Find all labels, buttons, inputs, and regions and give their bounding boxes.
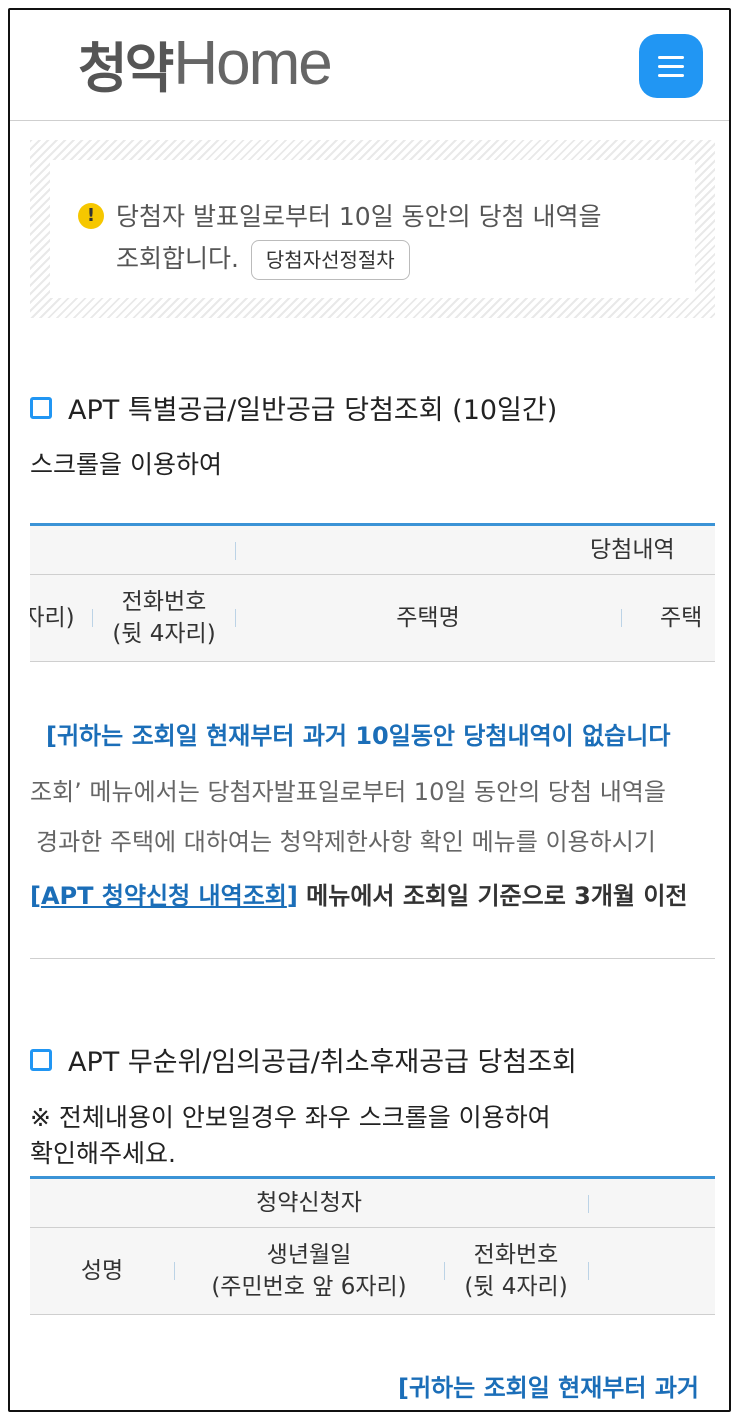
notice-text: 당첨자 발표일로부터 10일 동안의 당첨 내역을 조회합니다. 당첨자선정절차 <box>116 196 676 280</box>
header-phone-line2: (뒷 4자리) <box>112 621 216 647</box>
section1-table[interactable]: 당첨내역 자리) 전화번호 (뒷 4자리) 주택명 주택 <box>30 523 715 662</box>
logo-english-text: Home <box>173 28 332 98</box>
table-header-row: 자리) 전화번호 (뒷 4자리) 주택명 주택 <box>30 575 715 662</box>
info-line-2: 경과한 주택에 대하여는 청약제한사항 확인 메뉴를 이용하시기 <box>36 828 656 856</box>
column-separator <box>235 542 236 560</box>
header-phone-line1: 전화번호 <box>121 589 207 615</box>
section-divider <box>30 958 715 959</box>
warning-icon: ! <box>78 203 104 229</box>
column-separator <box>588 1262 589 1280</box>
section2-subtitle: ※ 전체내용이 안보일경우 좌우 스크롤을 이용하여 확인해주세요. <box>30 1100 551 1172</box>
section1-subtitle: 스크롤을 이용하여 <box>30 450 222 479</box>
column-separator <box>588 1195 589 1213</box>
menu-icon-bar <box>658 64 684 68</box>
header-phone-line2: (뒷 4자리) <box>464 1274 568 1300</box>
header-col-partial: 자리) <box>30 605 75 631</box>
menu-icon-bar <box>658 55 684 59</box>
section1-title-text: APT 특별공급/일반공급 당첨조회 (10일간) <box>68 395 558 426</box>
notice-inner: ! 당첨자 발표일로부터 10일 동안의 당첨 내역을 조회합니다. 당첨자선정… <box>50 160 695 298</box>
header-house-partial: 주택 <box>660 605 703 631</box>
header-birthdate-line2: (주민번호 앞 6자리) <box>211 1274 407 1300</box>
site-logo[interactable]: 청약 Home <box>78 28 333 100</box>
header-name: 성명 <box>80 1258 124 1284</box>
section1-title: APT 특별공급/일반공급 당첨조회 (10일간) <box>30 388 557 427</box>
header-birthdate: 생년월일 (주민번호 앞 6자리) <box>174 1228 444 1314</box>
notice-line-1: 당첨자 발표일로부터 10일 동안의 당첨 내역을 <box>116 202 602 231</box>
header-phone: 전화번호 (뒷 4자리) <box>444 1228 588 1314</box>
logo-korean-text: 청약 <box>78 36 174 100</box>
column-separator <box>92 609 93 627</box>
hamburger-menu-button[interactable] <box>639 34 703 98</box>
info-line-3: [APT 청약신청 내역조회] 메뉴에서 조회일 기준으로 3개월 이전 <box>30 876 688 911</box>
section2-subtitle-line2: 확인해주세요. <box>30 1139 176 1168</box>
column-separator <box>621 609 622 627</box>
square-bullet-icon <box>30 396 52 419</box>
section2-subtitle-line1: ※ 전체내용이 안보일경우 좌우 스크롤을 이용하여 <box>30 1103 551 1132</box>
menu-icon-bar <box>658 73 684 77</box>
section2-title-text: APT 무순위/임의공급/취소후재공급 당첨조회 <box>68 1047 577 1078</box>
header-applicant: 청약신청자 <box>256 1190 362 1216</box>
info-line-1: 조회’ 메뉴에서는 당첨자발표일로부터 10일 동안의 당첨 내역을 <box>30 778 666 806</box>
link-bracket-open: [ <box>30 882 41 910</box>
link-bracket-close: ] <box>286 882 298 910</box>
section2-title: APT 무순위/임의공급/취소후재공급 당첨조회 <box>30 1040 577 1079</box>
notice-box: ! 당첨자 발표일로부터 10일 동안의 당첨 내역을 조회합니다. 당첨자선정… <box>30 140 715 318</box>
header-birthdate-line1: 생년월일 <box>266 1242 352 1268</box>
apt-application-history-link[interactable]: APT 청약신청 내역조회 <box>41 882 287 910</box>
section2-table[interactable]: 청약신청자 성명 생년월일 (주민번호 앞 6자리) 전화번호 (뒷 4자리) <box>30 1176 715 1315</box>
table-header-row: 당첨내역 <box>30 526 715 575</box>
page-frame: 청약 Home ! 당첨자 발표일로부터 10일 동안의 당첨 내역을 조회합니… <box>8 8 731 1412</box>
table-header-row: 성명 생년월일 (주민번호 앞 6자리) 전화번호 (뒷 4자리) <box>30 1228 715 1315</box>
info-line-3-text: 메뉴에서 조회일 기준으로 3개월 이전 <box>297 882 688 910</box>
no-winning-history-message: [귀하는 조회일 현재부터 과거 10일동안 당첨내역이 없습니다 <box>46 722 671 750</box>
site-header: 청약 Home <box>10 10 729 121</box>
winner-selection-procedure-button[interactable]: 당첨자선정절차 <box>250 240 410 280</box>
table-header-row: 청약신청자 <box>30 1179 715 1228</box>
header-house-name: 주택명 <box>396 605 460 631</box>
section2-no-history-message: [귀하는 조회일 현재부터 과거 <box>398 1374 699 1402</box>
notice-line-2: 조회합니다. <box>116 244 239 273</box>
header-phone: 전화번호 (뒷 4자리) <box>102 575 226 661</box>
header-phone-line1: 전화번호 <box>473 1242 559 1268</box>
square-bullet-icon <box>30 1048 52 1071</box>
header-winning-history: 당첨내역 <box>590 537 675 563</box>
